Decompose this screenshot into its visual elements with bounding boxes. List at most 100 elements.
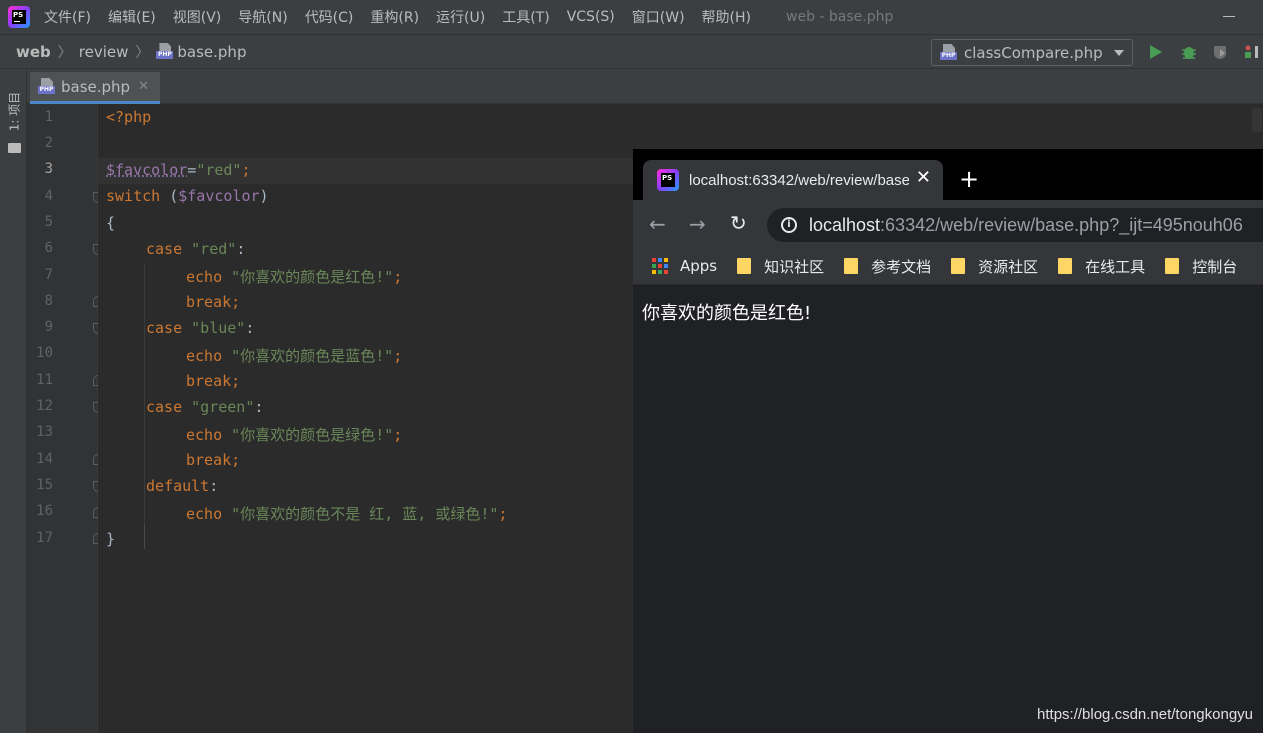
browser-tab[interactable]: PS localhost:63342/web/review/base.php ✕ — [643, 160, 943, 200]
line-number: 12 — [36, 398, 53, 414]
code-line-16: echo "你喜欢的颜色不是 红, 蓝, 或绿色!"; — [186, 505, 508, 523]
bookmark-folder[interactable]: 在线工具 — [1058, 256, 1145, 277]
back-arrow-icon[interactable]: ← — [649, 214, 666, 234]
code-line-1: <?php — [106, 108, 152, 126]
code-line-7: echo "你喜欢的颜色是红色!"; — [186, 268, 403, 286]
bookmark-folder[interactable]: 控制台 — [1165, 256, 1237, 277]
php-file-icon: PHP — [38, 78, 55, 95]
code-line-13: echo "你喜欢的颜色是绿色!"; — [186, 426, 403, 444]
bookmark-label: 资源社区 — [978, 257, 1039, 276]
bookmark-label: 参考文档 — [871, 257, 932, 276]
code-line-9: case "blue": — [146, 319, 255, 337]
debug-button[interactable] — [1181, 44, 1197, 60]
apps-grid-icon — [652, 258, 668, 274]
bookmark-apps[interactable]: Apps — [652, 257, 717, 275]
code-line-17: } — [106, 530, 116, 548]
phpstorm-favicon-icon: PS — [657, 169, 679, 191]
line-number: 5 — [44, 214, 53, 230]
line-number: 17 — [36, 530, 53, 546]
minimize-button[interactable] — [1223, 16, 1235, 17]
line-number: 10 — [36, 345, 53, 361]
reload-icon[interactable]: ↻ — [730, 213, 747, 233]
url-host: localhost — [809, 214, 881, 235]
php-file-icon: PHP — [156, 43, 174, 60]
bookmark-label: 控制台 — [1192, 257, 1238, 276]
page-output-text: 你喜欢的颜色是红色! — [642, 303, 812, 324]
menu-navigate[interactable]: 导航(N) — [238, 7, 287, 27]
line-number-current: 3 — [44, 161, 53, 177]
browser-window: PS localhost:63342/web/review/base.php ✕… — [633, 149, 1263, 733]
window-title: web - base.php — [786, 9, 894, 25]
bookmark-label: 在线工具 — [1085, 257, 1146, 276]
breadcrumb-project[interactable]: web — [16, 43, 51, 61]
bookmark-label: 知识社区 — [764, 257, 825, 276]
line-number: 4 — [44, 188, 53, 204]
navigation-bar: web 〉 review 〉 PHP base.php PHP classCom… — [0, 34, 1263, 69]
bookmark-label: Apps — [680, 257, 718, 275]
run-configuration-selector[interactable]: PHP classCompare.php — [931, 39, 1133, 66]
menu-run[interactable]: 运行(U) — [436, 7, 485, 27]
address-bar[interactable]: i localhost:63342/web/review/base.php?_i… — [767, 208, 1263, 242]
code-line-10: echo "你喜欢的颜色是蓝色!"; — [186, 347, 403, 365]
left-tool-strip: 1: 项目 — [0, 69, 27, 733]
tab-label: base.php — [61, 77, 131, 96]
breadcrumb-separator-icon: 〉 — [135, 44, 150, 61]
menu-help[interactable]: 帮助(H) — [702, 7, 751, 27]
breadcrumb-file[interactable]: base.php — [177, 43, 246, 61]
bookmark-folder[interactable]: 参考文档 — [844, 256, 931, 277]
run-button[interactable] — [1150, 45, 1162, 59]
site-info-icon[interactable]: i — [781, 217, 797, 233]
new-tab-button[interactable]: + — [959, 167, 979, 191]
menu-edit[interactable]: 编辑(E) — [108, 7, 156, 27]
line-number: 16 — [36, 503, 53, 519]
bookmark-folder[interactable]: 知识社区 — [737, 256, 824, 277]
editor-tab-bar: PHP base.php ✕ — [27, 69, 1263, 104]
menu-file[interactable]: 文件(F) — [44, 7, 91, 27]
url-path: :63342/web/review/base.php?_ijt=495nouh0… — [880, 214, 1243, 235]
code-line-6: case "red": — [146, 240, 246, 258]
project-tool-window-button[interactable]: 1: 项目 — [4, 81, 24, 153]
menu-refactor[interactable]: 重构(R) — [370, 7, 419, 27]
tab-close-icon[interactable]: ✕ — [138, 79, 149, 94]
forward-arrow-icon[interactable]: → — [689, 214, 706, 234]
indent-guide — [144, 263, 145, 523]
browser-tab-title: localhost:63342/web/review/base.php — [689, 171, 909, 189]
menu-window[interactable]: 窗口(W) — [632, 7, 685, 27]
line-number: 9 — [44, 319, 53, 335]
close-icon[interactable]: ✕ — [916, 167, 931, 188]
folder-icon — [844, 258, 859, 274]
line-number: 7 — [44, 267, 53, 283]
code-line-12: case "green": — [146, 398, 264, 416]
line-number: 1 — [44, 109, 53, 125]
tab-base-php[interactable]: PHP base.php ✕ — [30, 72, 160, 104]
project-tool-label: 1: 项目 — [7, 91, 22, 132]
line-number: 11 — [36, 372, 53, 388]
run-with-coverage-button[interactable] — [1212, 44, 1228, 60]
indent-guide — [144, 524, 145, 549]
logo-text: PS — [13, 11, 24, 19]
profile-button[interactable] — [1243, 44, 1263, 60]
bookmark-folder[interactable]: 资源社区 — [951, 256, 1038, 277]
code-line-11: break; — [186, 372, 241, 390]
phpstorm-logo-icon[interactable]: PS — [8, 6, 30, 28]
line-number: 13 — [36, 424, 53, 440]
folder-icon — [951, 258, 966, 274]
menu-vcs[interactable]: VCS(S) — [567, 9, 615, 25]
line-number-gutter[interactable]: 1 2 3 4 5 6 7 8 9 10 11 12 13 14 15 16 1… — [27, 104, 104, 733]
bookmarks-bar: Apps 知识社区 参考文档 资源社区 在线工具 控制台 — [633, 248, 1263, 285]
watermark-text: https://blog.csdn.net/tongkongyu — [1037, 706, 1253, 723]
inspection-widget[interactable] — [1252, 108, 1262, 132]
line-number: 15 — [36, 477, 53, 493]
breadcrumb-folder[interactable]: review — [79, 43, 129, 61]
breadcrumb-separator-icon: 〉 — [57, 44, 72, 61]
code-line-5: { — [106, 214, 116, 232]
line-number: 6 — [44, 240, 53, 256]
menu-tools[interactable]: 工具(T) — [502, 7, 549, 27]
line-number: 8 — [44, 293, 53, 309]
folder-icon — [737, 258, 752, 274]
code-line-4: switch ($favcolor) — [106, 187, 269, 205]
browser-page-content: 你喜欢的颜色是红色! — [633, 286, 1263, 733]
menu-code[interactable]: 代码(C) — [305, 7, 354, 27]
menu-view[interactable]: 视图(V) — [173, 7, 222, 27]
browser-toolbar: ← → ↻ i localhost:63342/web/review/base.… — [633, 200, 1263, 248]
